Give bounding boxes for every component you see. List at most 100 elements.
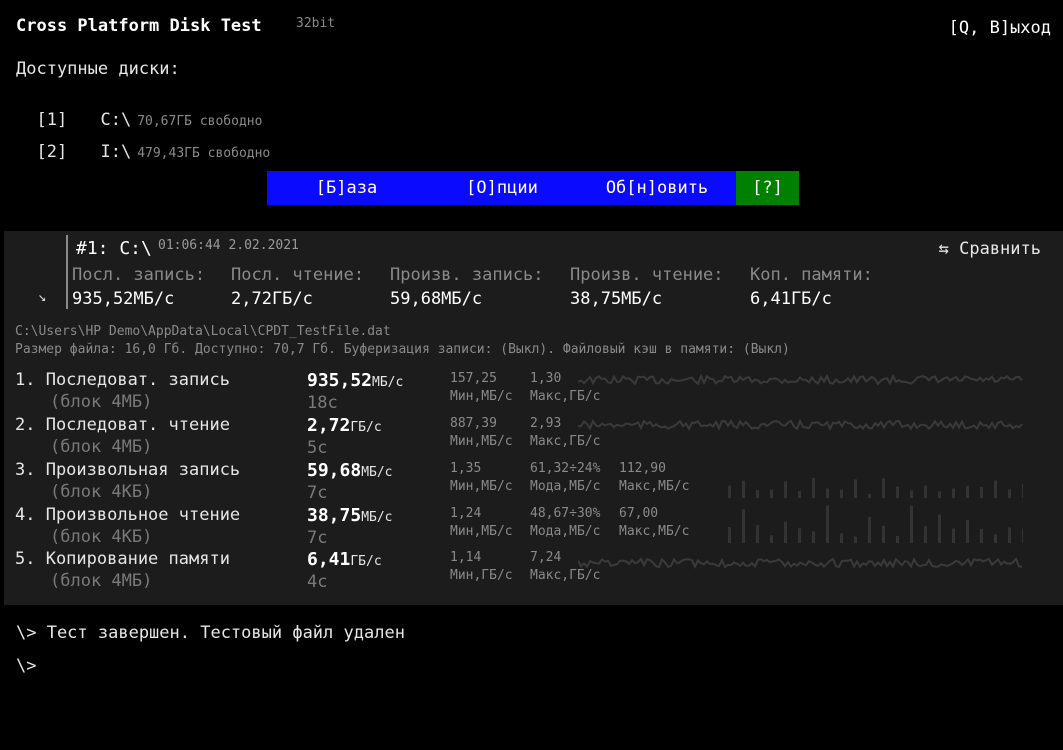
stat-value: 1,35 [450, 461, 482, 476]
summary-value: 38,75МБ/с [570, 289, 663, 309]
expand-arrow-icon[interactable]: ↘ [38, 289, 46, 305]
test-value-unit: ГБ/с [350, 420, 382, 435]
stat-label: Мин,МБ/с [450, 389, 513, 404]
graph-bar [868, 516, 871, 543]
graph-line [578, 557, 1023, 569]
summary-label: Коп. памяти: [750, 265, 873, 285]
refresh-button[interactable]: Об[н]овить [578, 171, 736, 205]
graph-line [578, 373, 1023, 386]
graph-bar [742, 480, 745, 498]
graph-bar [770, 489, 773, 498]
graph-bar [1008, 489, 1011, 498]
graph-bar [742, 509, 745, 543]
graph-bar [980, 487, 983, 498]
test-block-size: (блок 4МБ) [50, 392, 153, 412]
compare-button[interactable]: ⇆ Сравнить [939, 239, 1041, 259]
summary-value: 2,72ГБ/с [231, 289, 313, 309]
stat-label: Мин,МБ/с [450, 479, 513, 494]
graph-bar [952, 528, 955, 543]
graph-bar [924, 526, 927, 543]
summary-label: Произв. чтение: [570, 265, 724, 285]
test-duration: 18с [307, 393, 338, 413]
graph-bar [840, 489, 843, 498]
test-duration: 4с [307, 572, 328, 592]
throughput-graph [578, 373, 1023, 386]
menu-bar: [Б]аза [О]пции Об[н]овить [?] [267, 171, 799, 205]
test-file-info: Размер файла: 16,0 Гб. Доступно: 70,7 Гб… [15, 342, 790, 357]
help-button[interactable]: [?] [736, 171, 799, 205]
options-button[interactable]: [О]пции [426, 171, 578, 205]
test-block-size: (блок 4КБ) [50, 527, 153, 547]
graph-bar [784, 481, 787, 498]
graph-bar [896, 486, 899, 498]
stat-value: 1,24 [450, 506, 482, 521]
app-title: Cross Platform Disk Test [16, 16, 262, 36]
throughput-graph [578, 418, 1023, 432]
database-button[interactable]: [Б]аза [267, 171, 426, 205]
graph-bar [756, 525, 759, 543]
throughput-graph [728, 477, 1023, 498]
graph-bar [966, 519, 969, 543]
graph-bar [784, 521, 787, 543]
test-row: 3. Произвольная запись (блок 4КБ) 59,68МБ/… [0, 460, 1063, 505]
disk-key: [2] [36, 142, 68, 162]
test-value-unit: ГБ/с [350, 554, 382, 569]
quit-button[interactable]: [Q, В]ыход [949, 18, 1051, 38]
stat-value: 887,39 [450, 416, 497, 431]
test-block-size: (блок 4МБ) [50, 571, 153, 591]
graph-line [578, 418, 1023, 432]
graph-bar [966, 485, 969, 498]
graph-bar [910, 490, 913, 498]
result-divider [66, 235, 68, 309]
graph-bar [938, 514, 941, 543]
console-prompt[interactable]: \> [16, 656, 36, 676]
disk-path: I:\ [100, 142, 132, 162]
graph-bar [882, 478, 885, 498]
stat-value: 1,14 [450, 550, 482, 565]
stat-value: 1,30 [530, 371, 562, 386]
test-value-number: 59,68 [307, 460, 362, 481]
graph-bar [910, 505, 913, 543]
throughput-graph [728, 505, 1023, 543]
graph-bar [826, 505, 829, 543]
graph-bar [952, 488, 955, 498]
run-title: #1: C:\ [76, 238, 152, 259]
graph-bar [896, 536, 899, 543]
test-row: 5. Копирование памяти (блок 4МБ) 6,41ГБ/с 4… [0, 549, 1063, 594]
summary-label: Произв. запись: [390, 265, 544, 285]
graph-bar [1022, 483, 1023, 498]
graph-bar [980, 529, 983, 543]
stat-value: 2,93 [530, 416, 562, 431]
test-file-path: C:\Users\HP Demo\AppData\Local\CPDT_Test… [15, 324, 391, 339]
graph-bar [1022, 528, 1023, 543]
stat-value: 7,24 [530, 550, 562, 565]
test-value-number: 2,72 [307, 415, 351, 436]
test-block-size: (блок 4МБ) [50, 437, 153, 457]
graph-bar [854, 536, 857, 543]
disk-item-i[interactable]: [2] I:\ 479,43ГБ свободно [16, 122, 270, 162]
test-duration: 7с [307, 483, 328, 503]
graph-bar [924, 485, 927, 498]
summary-value: 6,41ГБ/с [750, 289, 832, 309]
test-value: 59,68МБ/с [307, 460, 393, 481]
stat-label: Мин,МБ/с [450, 524, 513, 539]
graph-bar [728, 527, 731, 543]
graph-bar [826, 488, 829, 498]
summary-value: 59,68МБ/с [390, 289, 483, 309]
test-value-unit: МБ/с [361, 510, 393, 525]
test-value-number: 6,41 [307, 549, 351, 570]
stat-label: Мин,МБ/с [450, 434, 513, 449]
test-row: 4. Произвольное чтение (блок 4КБ) 38,75МБ/… [0, 505, 1063, 550]
test-row: 1. Последоват. запись (блок 4МБ) 935,52МБ/… [0, 370, 1063, 415]
summary-label: Посл. запись: [72, 265, 206, 285]
bitness-label: 32bit [296, 16, 336, 31]
graph-bar [812, 477, 815, 498]
test-name: 5. Копирование памяти [15, 549, 230, 569]
run-datetime: 01:06:44 2.02.2021 [158, 238, 299, 253]
test-row: 2. Последоват. чтение (блок 4МБ) 2,72ГБ/с 5… [0, 415, 1063, 460]
test-value: 38,75МБ/с [307, 505, 393, 526]
graph-bar [798, 528, 801, 543]
test-value-number: 935,52 [307, 370, 373, 391]
graph-bar [1008, 527, 1011, 543]
stat-value: 157,25 [450, 371, 497, 386]
